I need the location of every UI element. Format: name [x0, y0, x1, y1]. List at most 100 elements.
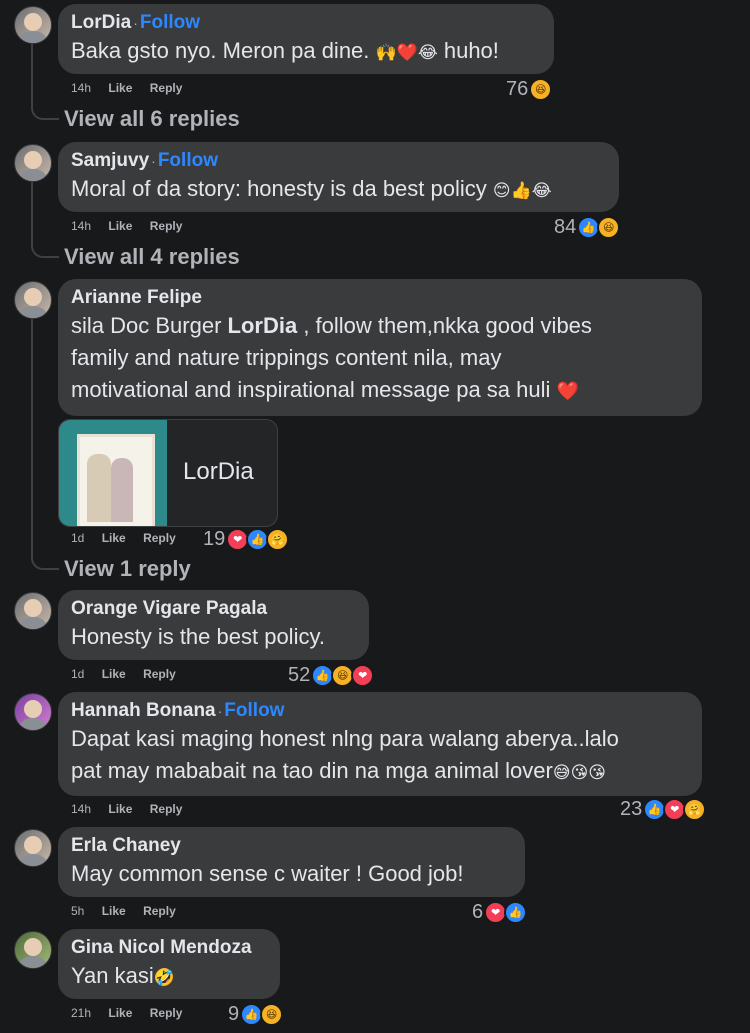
reply-button[interactable]: Reply [150, 1006, 183, 1020]
reaction-summary[interactable]: 52 👍 😆 ❤ [288, 664, 375, 687]
avatar[interactable] [14, 281, 52, 319]
follow-button[interactable]: Follow [158, 150, 218, 171]
comment-text-body: sila Doc Burger [71, 313, 228, 338]
follow-button[interactable]: Follow [140, 12, 200, 33]
view-replies-link[interactable]: View all 6 replies [64, 106, 240, 132]
preview-title: LorDia [183, 458, 254, 485]
reaction-summary[interactable]: 23 👍 ❤ 🤗 [620, 798, 707, 821]
preview-image [59, 420, 167, 526]
comment-bubble: LorDia · Follow Baka gsto nyo. Meron pa di… [58, 4, 554, 74]
like-button[interactable]: Like [102, 904, 126, 918]
care-reaction-icon: 🤗 [266, 528, 290, 551]
comment-text: Honesty is the best policy. [71, 624, 325, 649]
avatar[interactable] [14, 6, 52, 44]
comment-text-body: motivational and inspirational message p… [71, 377, 557, 402]
like-button[interactable]: Like [108, 219, 132, 233]
follow-button[interactable]: Follow [224, 700, 284, 721]
comment-text-body: pat may mababait na tao din na mga anima… [71, 758, 553, 783]
comment-bubble: Arianne Felipe sila Doc Burger LorDia , … [58, 279, 702, 416]
comment-actions: 1d Like Reply [71, 667, 190, 681]
comment-bubble: Hannah Bonana · Follow Dapat kasi maging h… [58, 692, 702, 796]
avatar[interactable] [14, 931, 52, 969]
comment-actions: 5h Like Reply [71, 904, 190, 918]
comment-actions: 14h Like Reply [71, 802, 196, 816]
comment-bubble: Erla Chaney May common sense c waiter ! … [58, 827, 525, 897]
comment-actions: 14h Like Reply [71, 219, 196, 233]
commenter-name[interactable]: Orange Vigare Pagala [71, 598, 267, 619]
thread-connector [31, 319, 59, 570]
timestamp[interactable]: 14h [71, 802, 91, 816]
view-replies-link[interactable]: View 1 reply [64, 556, 191, 582]
reaction-count: 6 [472, 901, 484, 923]
timestamp[interactable]: 14h [71, 81, 91, 95]
reply-button[interactable]: Reply [143, 667, 176, 681]
reaction-summary[interactable]: 9 👍 😆 [228, 1003, 284, 1026]
care-reaction-icon: 🤗 [683, 798, 707, 821]
reply-button[interactable]: Reply [143, 904, 176, 918]
comment-bubble: Gina Nicol Mendoza Yan kasi🤣 [58, 929, 280, 999]
avatar[interactable] [14, 829, 52, 867]
reply-button[interactable]: Reply [150, 81, 183, 95]
comment-text: Baka gsto nyo. Meron pa dine. 🙌❤️😂 huho! [71, 35, 541, 69]
comment-actions: 21h Like Reply [71, 1006, 196, 1020]
emoji-group: 😅😘😘 [552, 763, 607, 782]
emoji-group: 🤣 [153, 968, 175, 987]
timestamp[interactable]: 1d [71, 531, 84, 545]
commenter-name[interactable]: Erla Chaney [71, 835, 181, 856]
avatar[interactable] [14, 693, 52, 731]
comment-actions: 1d Like Reply [71, 531, 190, 545]
like-button[interactable]: Like [108, 1006, 132, 1020]
comment-text-body: , follow them,nkka good vibes [297, 313, 592, 338]
avatar[interactable] [14, 592, 52, 630]
mention-link[interactable]: LorDia [228, 313, 298, 338]
thread-connector [31, 44, 59, 120]
timestamp[interactable]: 14h [71, 219, 91, 233]
reaction-count: 19 [203, 528, 226, 550]
commenter-name[interactable]: LorDia [71, 12, 131, 33]
comment-text-body: Baka gsto nyo. Meron pa dine. [71, 38, 376, 63]
reaction-count: 9 [228, 1003, 240, 1025]
timestamp[interactable]: 5h [71, 904, 84, 918]
separator-dot: · [217, 703, 223, 719]
haha-reaction-icon: 😆 [597, 216, 621, 239]
timestamp[interactable]: 21h [71, 1006, 91, 1020]
comment-text-tail: huho! [437, 38, 499, 63]
view-replies-link[interactable]: View all 4 replies [64, 244, 240, 270]
reaction-summary[interactable]: 84 👍 😆 [554, 216, 621, 239]
reply-button[interactable]: Reply [150, 219, 183, 233]
comment-text: Yan kasi🤣 [71, 960, 267, 994]
reaction-summary[interactable]: 6 ❤ 👍 [472, 901, 528, 924]
haha-reaction-icon: 😆 [529, 78, 553, 101]
comment-text-line: Dapat kasi maging honest nlng para walan… [71, 726, 619, 751]
like-button[interactable]: Like [102, 531, 126, 545]
avatar[interactable] [14, 144, 52, 182]
reply-button[interactable]: Reply [150, 802, 183, 816]
like-button[interactable]: Like [108, 81, 132, 95]
timestamp[interactable]: 1d [71, 667, 84, 681]
comment-text-line: pat may mababait na tao din na mga anima… [71, 755, 689, 789]
reaction-count: 84 [554, 216, 577, 238]
comment-text-body: Moral of da story: honesty is da best po… [71, 176, 493, 201]
reaction-summary[interactable]: 76 😆 [506, 78, 553, 101]
commenter-name[interactable]: Samjuvy [71, 150, 149, 171]
reply-button[interactable]: Reply [143, 531, 176, 545]
like-button[interactable]: Like [108, 802, 132, 816]
thread-connector [31, 182, 59, 258]
comment-actions: 14h Like Reply [71, 81, 196, 95]
commenter-name[interactable]: Arianne Felipe [71, 287, 202, 308]
commenter-name[interactable]: Gina Nicol Mendoza [71, 937, 252, 958]
comment-bubble: Orange Vigare Pagala Honesty is the best… [58, 590, 369, 660]
reaction-summary[interactable]: 19 ❤ 👍 🤗 [203, 528, 290, 551]
like-button[interactable]: Like [102, 667, 126, 681]
reaction-count: 23 [620, 798, 643, 820]
link-preview-card[interactable]: LorDia [58, 419, 278, 527]
like-reaction-icon: 👍 [504, 901, 528, 924]
separator-dot: · [151, 153, 156, 169]
reaction-count: 52 [288, 664, 311, 686]
haha-reaction-icon: 😆 [260, 1003, 284, 1026]
heart-icon: ❤️ [556, 381, 579, 401]
emoji-group: 🙌❤️😂 [375, 43, 438, 62]
comment-text: May common sense c waiter ! Good job! [71, 861, 464, 886]
comment-text: Moral of da story: honesty is da best po… [71, 173, 606, 207]
commenter-name[interactable]: Hannah Bonana [71, 700, 216, 721]
